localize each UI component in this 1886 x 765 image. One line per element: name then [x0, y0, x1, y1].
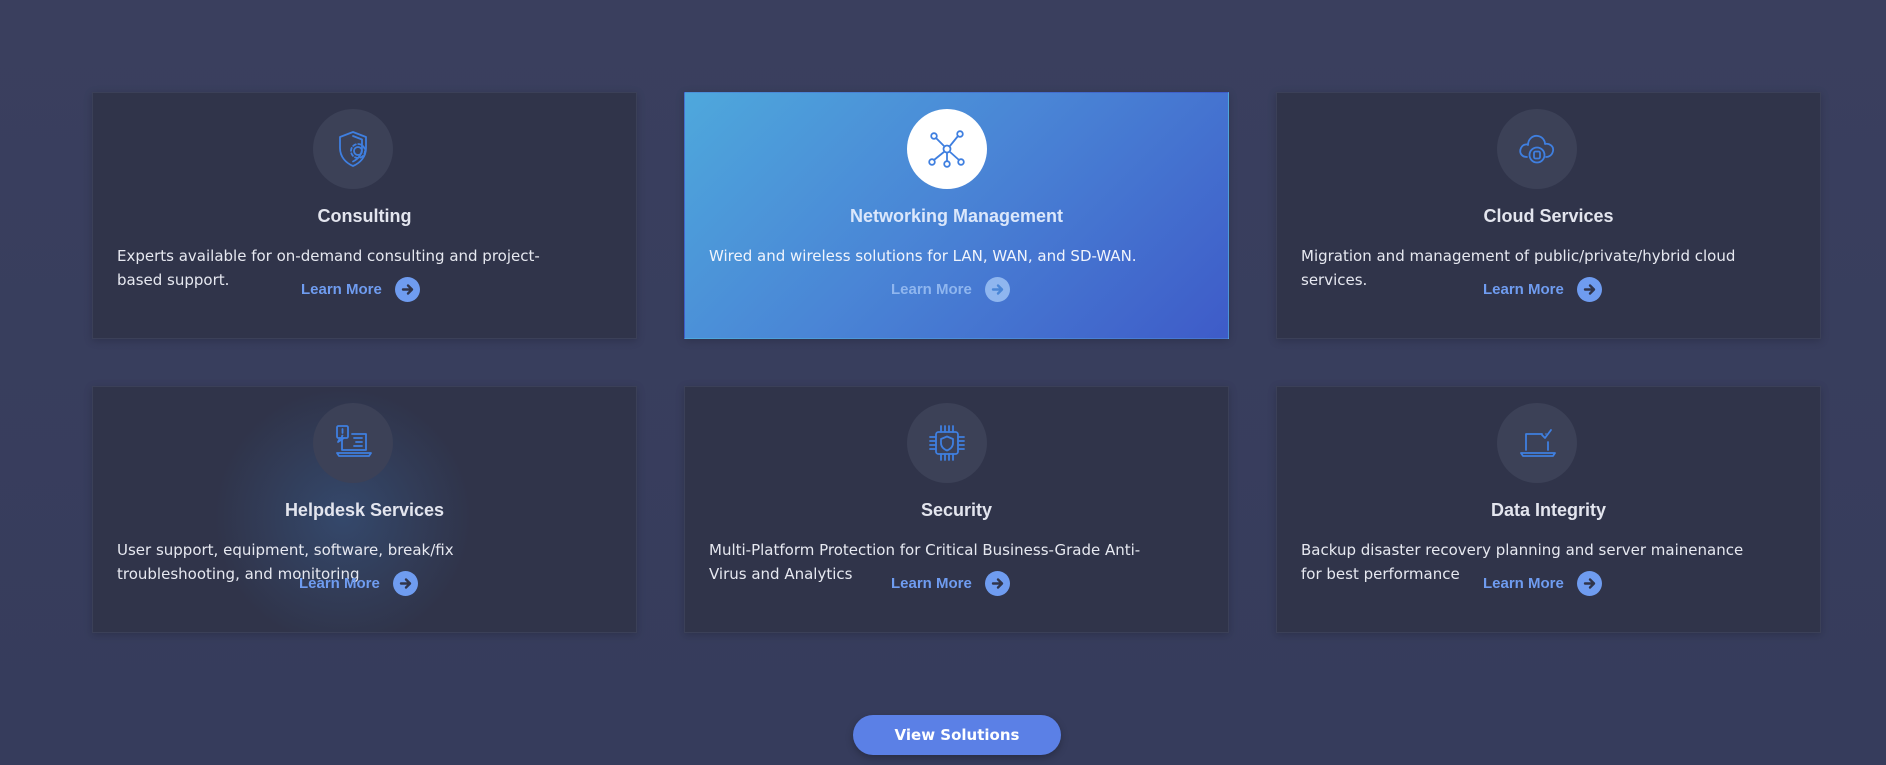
laptop-alert-icon — [312, 403, 393, 483]
service-title: Consulting — [317, 206, 412, 226]
arrow-right-icon — [392, 571, 418, 596]
learn-more-label: Learn More — [891, 575, 972, 592]
learn-more-label: Learn More — [1483, 575, 1564, 592]
view-solutions-button[interactable]: View Solutions — [853, 715, 1061, 755]
learn-more-link-cloud[interactable]: Learn More — [1483, 277, 1602, 302]
service-title: Cloud Services — [1483, 206, 1614, 226]
learn-more-label: Learn More — [891, 281, 972, 298]
learn-more-link-data-integrity[interactable]: Learn More — [1483, 571, 1602, 596]
service-description: Wired and wireless solutions for LAN, WA… — [709, 247, 1137, 265]
service-title: Helpdesk Services — [284, 500, 445, 520]
services-grid: Consulting Experts available for on-dema… — [92, 92, 1821, 633]
learn-more-link-consulting[interactable]: Learn More — [301, 277, 420, 302]
laptop-check-icon — [1496, 403, 1577, 483]
network-icon — [906, 109, 987, 189]
learn-more-label: Learn More — [301, 281, 382, 298]
chip-shield-icon — [906, 403, 987, 483]
service-title: Security — [920, 500, 993, 520]
learn-more-link-helpdesk[interactable]: Learn More — [299, 571, 418, 596]
learn-more-link-networking[interactable]: Learn More — [891, 277, 1010, 302]
service-card-data-integrity: Data Integrity Backup disaster recovery … — [1276, 386, 1821, 633]
service-card-security: Security Multi-Platform Protection for C… — [684, 386, 1229, 633]
service-card-networking: Networking Management Wired and wireless… — [684, 92, 1229, 339]
learn-more-label: Learn More — [1483, 281, 1564, 298]
service-card-helpdesk: Helpdesk Services User support, equipmen… — [92, 386, 637, 633]
cloud-icon — [1496, 109, 1577, 189]
service-title: Data Integrity — [1490, 500, 1607, 520]
arrow-right-icon — [984, 277, 1010, 302]
arrow-right-icon — [1576, 277, 1602, 302]
learn-more-label: Learn More — [299, 575, 380, 592]
arrow-right-icon — [394, 277, 420, 302]
arrow-right-icon — [1576, 571, 1602, 596]
service-card-consulting: Consulting Experts available for on-dema… — [92, 92, 637, 339]
learn-more-link-security[interactable]: Learn More — [891, 571, 1010, 596]
service-card-cloud: Cloud Services Migration and management … — [1276, 92, 1821, 339]
shield-gear-icon — [312, 109, 393, 189]
service-title: Networking Management — [849, 206, 1064, 226]
arrow-right-icon — [984, 571, 1010, 596]
